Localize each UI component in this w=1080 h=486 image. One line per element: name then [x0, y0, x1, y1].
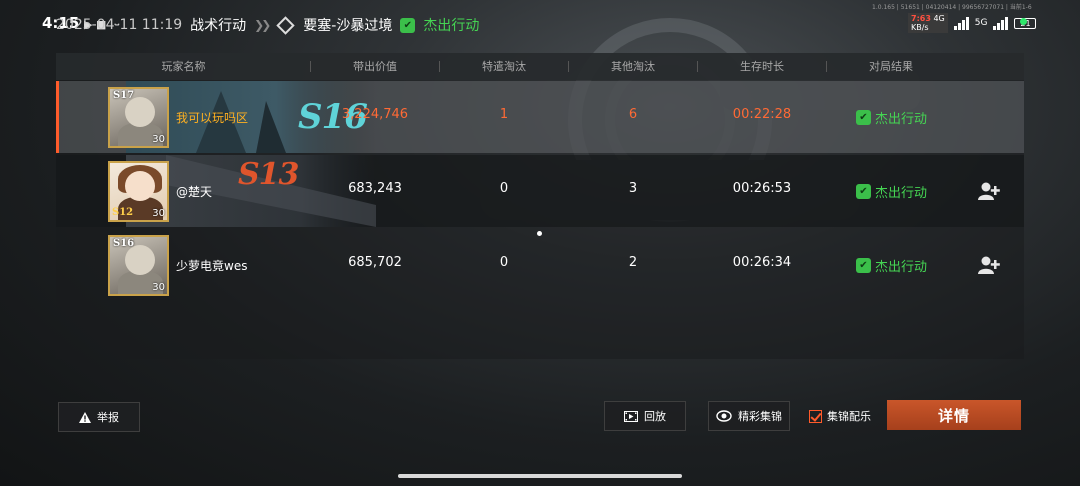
other-kills: 6	[628, 107, 638, 122]
film-icon	[624, 410, 638, 422]
privacy-indicator-dot	[1020, 18, 1027, 25]
debug-info-text: 1.0.165 | 51651 | 04120414 | 99656727071…	[872, 4, 1032, 11]
match-mode: 战术行动	[190, 18, 247, 34]
other-kills: 2	[628, 255, 638, 270]
extract-success-icon: ✔	[856, 258, 871, 273]
column-divider	[826, 61, 827, 72]
player-name: 我可以玩吗区	[176, 111, 249, 125]
carry-out-value: 683,243	[348, 181, 402, 196]
add-friend-icon[interactable]	[978, 181, 1000, 201]
row-result: ✔ 杰出行动	[856, 182, 927, 201]
home-indicator[interactable]	[398, 474, 682, 478]
column-header-value: 带出价值	[353, 60, 397, 73]
player-avatar[interactable]: S16 30	[108, 235, 169, 296]
column-header-player: 玩家名称	[161, 60, 206, 73]
music-checkbox[interactable]	[809, 409, 822, 423]
table-row[interactable]: S16 S17 30 我可以玩吗区 3,224,746 1 6 00:22:28…	[56, 81, 1024, 153]
column-header-result: 对局结果	[869, 60, 913, 73]
special-kills: 1	[499, 107, 509, 122]
avatar-season-tag: S12	[112, 207, 134, 218]
player-name: @楚天	[176, 185, 213, 199]
column-header-other-kills: 其他淘汰	[611, 60, 655, 73]
row-result-label: 杰出行动	[875, 112, 928, 127]
match-datetime: 2025-04-11 11:19	[56, 17, 183, 33]
network-type-label: 5G	[974, 18, 988, 28]
match-header: 2025-04-11 11:19 战术行动 ❯❯ 要塞-沙暴过境 ✔ 杰出行动	[56, 15, 479, 35]
row-result: ✔ 杰出行动	[856, 256, 927, 275]
match-result: 杰出行动	[423, 18, 480, 34]
replay-button-label: 回放	[644, 410, 666, 423]
table-row[interactable]: S13 S12 30 @楚天 683,243 0 3 00:26:53 ✔ 杰出…	[56, 155, 1024, 227]
match-map: 要塞-沙暴过境	[303, 18, 393, 34]
player-level: 30	[152, 282, 165, 293]
special-kills: 0	[499, 255, 509, 270]
survival-time: 00:22:28	[732, 107, 792, 122]
player-avatar[interactable]: S12 30	[108, 161, 169, 222]
camera-icon	[716, 410, 732, 422]
column-divider	[697, 61, 698, 72]
column-divider	[310, 61, 311, 72]
status-bar-right: 7:63 4G KB/s 5G 21	[908, 12, 1037, 34]
column-header-survival: 生存时长	[740, 60, 784, 73]
highlights-button-label: 精彩集锦	[738, 410, 782, 423]
highlights-button[interactable]: 精彩集锦	[708, 401, 790, 431]
carry-out-value: 685,702	[348, 255, 402, 270]
warning-icon	[79, 411, 91, 423]
extract-success-icon: ✔	[400, 17, 416, 33]
report-button[interactable]: 举报	[58, 402, 140, 432]
survival-time: 00:26:53	[732, 181, 792, 196]
scoreboard-table: 玩家名称 带出价值 特遣淘汰 其他淘汰 生存时长 对局结果 S16 S17 30…	[56, 53, 1024, 359]
extract-success-icon: ✔	[856, 184, 871, 199]
row-result-label: 杰出行动	[875, 186, 928, 201]
player-avatar[interactable]: S17 30	[108, 87, 169, 148]
player-level: 30	[152, 134, 165, 145]
column-header-special-kills: 特遣淘汰	[482, 60, 526, 73]
avatar-season-tag: S17	[113, 90, 135, 101]
replay-button[interactable]: 回放	[604, 401, 686, 431]
player-name: 少萝电竟wes	[176, 259, 248, 273]
row-result: ✔ 杰出行动	[856, 108, 927, 127]
avatar-season-tag: S16	[113, 238, 135, 249]
extract-success-icon: ✔	[856, 110, 871, 125]
player-level: 30	[152, 208, 165, 219]
table-header: 玩家名称 带出价值 特遣淘汰 其他淘汰 生存时长 对局结果	[56, 53, 1024, 80]
report-button-label: 举报	[97, 411, 119, 424]
carry-out-value: 3,224,746	[341, 107, 409, 122]
highlights-music-toggle[interactable]: 集锦配乐	[809, 408, 871, 424]
network-speed: 7:63 4G KB/s	[908, 13, 948, 33]
other-kills: 3	[628, 181, 638, 196]
music-checkbox-label: 集锦配乐	[827, 410, 871, 423]
signal-icon-2	[993, 16, 1009, 30]
survival-time: 00:26:34	[732, 255, 792, 270]
add-friend-icon[interactable]	[978, 255, 1000, 275]
special-kills: 0	[499, 181, 509, 196]
signal-icon	[953, 16, 969, 30]
map-marker-icon	[276, 15, 295, 35]
details-button[interactable]: 详情	[887, 400, 1021, 430]
row-result-label: 杰出行动	[875, 260, 928, 275]
touch-indicator-dot	[537, 231, 542, 236]
chevron-right-icon: ❯❯	[254, 18, 271, 32]
column-divider	[568, 61, 569, 72]
banner-season-label: S13	[238, 157, 299, 192]
column-divider	[439, 61, 440, 72]
table-row[interactable]: S16 30 少萝电竟wes 685,702 0 2 00:26:34 ✔ 杰出…	[56, 229, 1024, 301]
